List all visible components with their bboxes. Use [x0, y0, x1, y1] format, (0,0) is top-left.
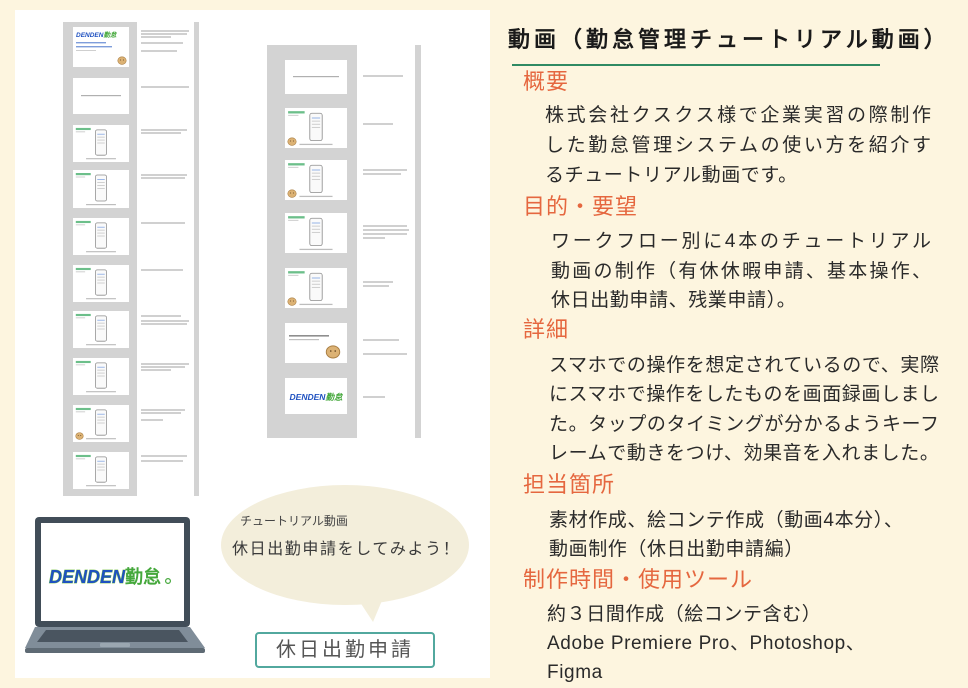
- mascot-icon: [287, 189, 297, 198]
- storyboard-frame: [73, 452, 129, 489]
- storyboard-frame-mascot: [285, 323, 347, 363]
- section-body-details: スマホでの操作を想定されているので、実際 にスマホで操作をしたものを画面録画しま…: [549, 351, 939, 468]
- storyboard-frame: [73, 265, 129, 302]
- storyboard-frame: [73, 358, 129, 395]
- section-body-overview: 株式会社クスクス様で企業実習の際制作 した勤怠管理システムの使い方を紹介す るチ…: [545, 101, 931, 191]
- mascot-icon: [325, 345, 341, 359]
- body-line: にスマホで操作をしたものを画面録画しまし: [549, 384, 939, 406]
- laptop-keyboard: [37, 630, 188, 642]
- storyboard-frame-title: DENDEN勤怠: [73, 27, 129, 67]
- storyboard-frame-logo: DENDEN勤怠: [285, 378, 347, 414]
- storyboard-frame-text: [73, 78, 129, 114]
- storyboard-left: DENDEN勤怠: [63, 22, 199, 496]
- body-line: た。タップのタイミングが分かるようキーフ: [549, 413, 939, 435]
- body-line: スマホでの操作を想定されているので、実際: [549, 355, 939, 376]
- storyboard-frame: [73, 125, 129, 162]
- page-title: 動画（勤怠管理チュートリアル動画）: [508, 27, 950, 52]
- mascot-icon: [287, 137, 297, 146]
- body-line: 休日出勤申請、残業申請）。: [551, 290, 797, 311]
- section-body-responsibilities: 素材作成、絵コンテ作成（動画4本分）、 動画制作（休日出勤申請編）: [549, 506, 944, 564]
- storyboard-right: DENDEN勤怠: [267, 45, 421, 438]
- laptop-illustration: DENDEN勤怠: [25, 517, 205, 653]
- section-heading-overview: 概要: [523, 69, 570, 94]
- section-heading-tools: 制作時間・使用ツール: [523, 567, 754, 592]
- storyboard-frame: [285, 213, 347, 253]
- section-heading-responsibilities: 担当箇所: [523, 472, 616, 497]
- section-body-goals: ワークフロー別に4本のチュートリアル 動画の制作（有休休暇申請、基本操作、 休日…: [551, 227, 931, 316]
- bubble-tail: [354, 591, 386, 622]
- body-line: Figma: [547, 662, 603, 683]
- laptop-touchpad: [100, 643, 130, 647]
- storyboard-frame-text: [285, 60, 347, 94]
- body-line: した勤怠管理システムの使い方を紹介す: [545, 135, 931, 156]
- storyboard-frame: [73, 311, 129, 348]
- mascot-icon: [75, 432, 84, 440]
- video-title-badge: 休日出勤申請: [255, 632, 435, 668]
- body-line: 株式会社クスクス様で企業実習の際制作: [545, 105, 931, 126]
- body-line: るチュートリアル動画です。: [545, 165, 798, 186]
- denden-logo: DENDEN勤怠: [49, 566, 161, 587]
- bubble-caption: チュートリアル動画: [240, 514, 348, 528]
- body-line: 素材作成、絵コンテ作成（動画4本分）、: [549, 510, 904, 531]
- body-line: レームで動きをつけ、効果音を入れました。: [549, 442, 940, 464]
- body-line: 動画の制作（有休休暇申請、基本操作、: [551, 260, 931, 282]
- section-heading-details: 詳細: [523, 317, 570, 342]
- bubble-message: 休日出勤申請をしてみよう！: [232, 541, 461, 558]
- storyboard-frame: [73, 170, 129, 208]
- storyboard-notes-column: [357, 45, 415, 438]
- logo-mini: DENDEN勤怠: [290, 392, 344, 402]
- laptop-front-edge: [25, 648, 205, 653]
- body-line: ワークフロー別に4本のチュートリアル: [551, 231, 931, 252]
- section-heading-goals: 目的・要望: [523, 194, 639, 219]
- body-line: 約３日間作成（絵コンテ含む）: [547, 604, 822, 625]
- mascot-icon: [287, 297, 297, 306]
- storyboard-notes-column: [137, 22, 194, 496]
- storyboard-frame: [73, 218, 129, 255]
- mascot-icon: [117, 56, 127, 65]
- logo-mini: DENDEN勤怠: [76, 31, 117, 39]
- section-body-tools: 約３日間作成（絵コンテ含む） Adobe Premiere Pro、Photos…: [547, 600, 942, 687]
- title-underline: [512, 64, 880, 66]
- portfolio-page: DENDEN勤怠 DENDEN勤怠 DENDEN勤怠 チュートリアル動画 休日出…: [0, 0, 968, 688]
- body-line: Adobe Premiere Pro、Photoshop、: [547, 633, 866, 654]
- body-line: 動画制作（休日出勤申請編）: [549, 539, 804, 560]
